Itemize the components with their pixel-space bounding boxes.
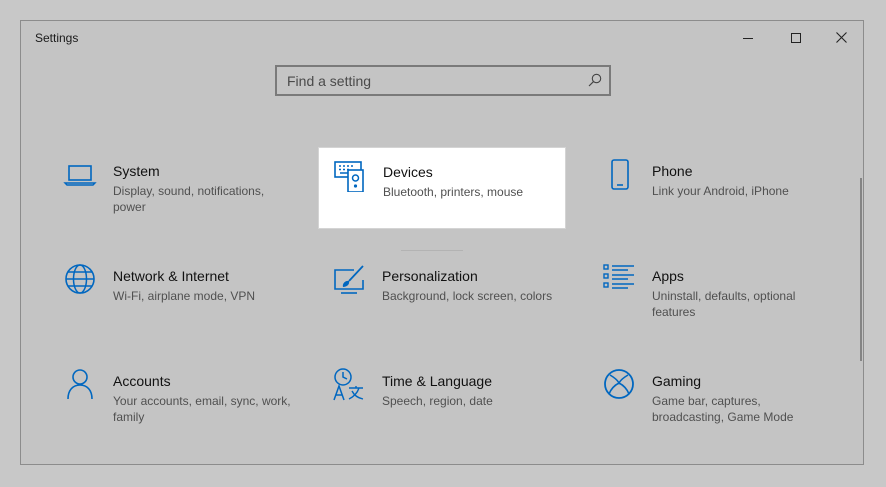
category-description: Bluetooth, printers, mouse [383,185,524,199]
category-personalization[interactable]: Personalization Background, lock screen,… [318,252,566,334]
divider [401,250,463,251]
search-input[interactable] [277,67,577,94]
search-box[interactable] [275,65,611,96]
category-description: Display, sound, notifications, power [113,184,265,214]
category-title: Accounts [113,373,171,389]
category-gaming[interactable]: Gaming Game bar, captures, broadcasting,… [588,357,836,439]
category-title: Network & Internet [113,268,229,284]
scrollbar[interactable] [860,178,862,361]
category-title: Apps [652,268,684,284]
minimize-button[interactable] [725,21,770,54]
close-icon [836,32,847,43]
maximize-icon [790,32,801,43]
category-network-internet[interactable]: Network & Internet Wi-Fi, airplane mode,… [49,252,297,334]
category-description: Link your Android, iPhone [652,184,789,198]
category-devices[interactable]: Devices Bluetooth, printers, mouse [318,147,566,229]
category-description: Wi-Fi, airplane mode, VPN [113,289,256,303]
category-title: System [113,163,160,179]
personalization-icon [332,262,366,296]
xbox-icon [602,367,636,401]
minimize-icon [742,33,753,43]
category-phone[interactable]: Phone Link your Android, iPhone [588,147,836,229]
category-title: Gaming [652,373,702,389]
category-title: Time & Language [382,373,492,389]
category-description: Game bar, captures, broadcasting, Game M… [652,394,794,424]
search-icon[interactable] [588,73,602,87]
title-bar[interactable]: Settings [21,21,863,54]
category-title: Devices [383,164,433,180]
time-language-icon [332,367,366,401]
category-apps[interactable]: Apps Uninstall, defaults, optional featu… [588,252,836,334]
maximize-button[interactable] [773,21,818,54]
devices-icon [333,158,367,192]
category-description: Uninstall, defaults, optional features [652,289,796,319]
category-accounts[interactable]: Accounts Your accounts, email, sync, wor… [49,357,297,439]
phone-icon [602,157,636,191]
apps-list-icon [602,262,636,296]
category-title: Phone [652,163,693,179]
person-icon [63,367,97,401]
category-description: Speech, region, date [382,394,493,408]
settings-window: Settings Find a setting System Display, … [20,20,864,465]
category-system[interactable]: System Display, sound, notifications, po… [49,147,297,229]
category-description: Background, lock screen, colors [382,289,553,303]
category-title: Personalization [382,268,478,284]
laptop-icon [63,157,97,191]
globe-icon [63,262,97,296]
close-button[interactable] [819,21,863,54]
category-description: Your accounts, email, sync, work, family [113,394,291,424]
category-time-language[interactable]: Time & Language Speech, region, date [318,357,566,439]
window-title: Settings [35,31,79,45]
